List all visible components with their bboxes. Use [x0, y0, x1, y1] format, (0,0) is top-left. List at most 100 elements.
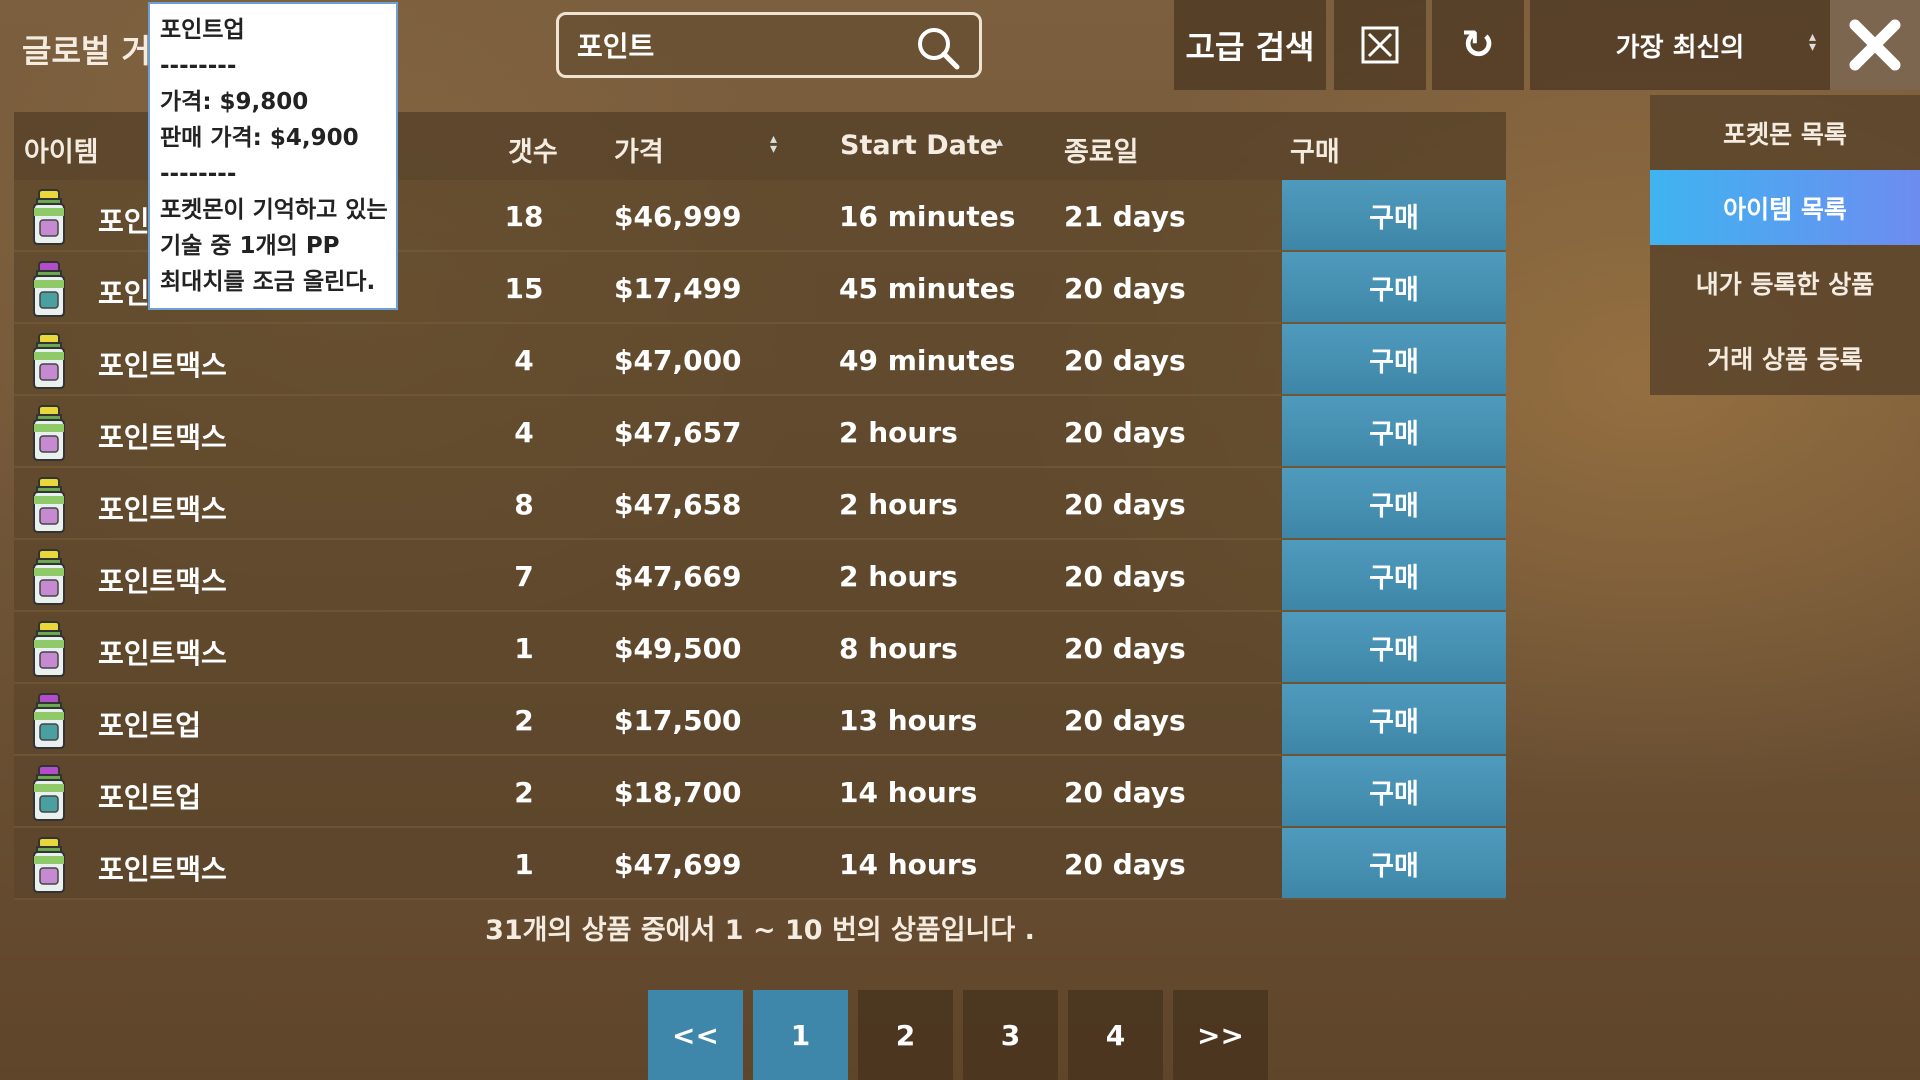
- item-quantity: 15: [504, 272, 544, 305]
- table-row[interactable]: 포인트업 2 $18,700 14 hours 20 days 구매: [14, 756, 1506, 828]
- item-end-date: 20 days: [1064, 488, 1186, 521]
- side-menu-pokemon-list[interactable]: 포켓몬 목록: [1650, 95, 1920, 170]
- table-row[interactable]: 포인트맥스 1 $47,699 14 hours 20 days 구매: [14, 828, 1506, 900]
- start-date-sort-icon[interactable]: ▴: [996, 134, 1003, 150]
- table-row[interactable]: 포인트맥스 8 $47,658 2 hours 20 days 구매: [14, 468, 1506, 540]
- item-start-date: 49 minutes: [839, 344, 1016, 377]
- page-first-button[interactable]: <<: [648, 990, 743, 1080]
- tooltip-description-line: 최대치를 조금 올린다.: [160, 269, 376, 295]
- results-summary: 31개의 상품 중에서 1 ~ 10 번의 상품입니다 .: [485, 915, 1035, 946]
- item-price: $47,699: [614, 848, 742, 881]
- item-name: 포인트맥스: [98, 421, 227, 454]
- table-row[interactable]: 포인트맥스 4 $47,000 49 minutes 20 days 구매: [14, 324, 1506, 396]
- item-start-date: 2 hours: [839, 488, 958, 521]
- side-menu-item-list[interactable]: 아이템 목록: [1650, 170, 1920, 245]
- item-price: $49,500: [614, 632, 742, 665]
- page-2-button[interactable]: 2: [858, 990, 953, 1080]
- buy-button[interactable]: 구매: [1282, 684, 1506, 754]
- table-row[interactable]: 포인트맥스 7 $47,669 2 hours 20 days 구매: [14, 540, 1506, 612]
- clear-search-button[interactable]: [1334, 0, 1426, 90]
- advanced-search-button[interactable]: 고급 검색: [1174, 0, 1326, 90]
- item-end-date: 20 days: [1064, 848, 1186, 881]
- item-price: $47,657: [614, 416, 742, 449]
- pp-up-bottle-icon: [33, 693, 65, 749]
- refresh-button[interactable]: ↻: [1432, 0, 1524, 90]
- item-quantity: 2: [514, 776, 534, 809]
- item-end-date: 20 days: [1064, 416, 1186, 449]
- item-start-date: 14 hours: [839, 776, 978, 809]
- column-header-price[interactable]: 가격: [614, 130, 664, 169]
- item-end-date: 20 days: [1064, 272, 1186, 305]
- item-name: 포인트맥스: [98, 853, 227, 886]
- item-name: 포인트업: [98, 709, 202, 742]
- item-name: 포인트맥스: [98, 349, 227, 382]
- page-1-button[interactable]: 1: [753, 990, 848, 1080]
- table-row[interactable]: 포인트맥스 4 $47,657 2 hours 20 days 구매: [14, 396, 1506, 468]
- item-end-date: 20 days: [1064, 632, 1186, 665]
- side-menu-my-listings[interactable]: 내가 등록한 상품: [1650, 245, 1920, 320]
- item-price: $17,499: [614, 272, 742, 305]
- search-box[interactable]: [556, 12, 982, 78]
- item-price: $18,700: [614, 776, 742, 809]
- buy-button[interactable]: 구매: [1282, 612, 1506, 682]
- table-row[interactable]: 포인트업 2 $17,500 13 hours 20 days 구매: [14, 684, 1506, 756]
- buy-button[interactable]: 구매: [1282, 180, 1506, 250]
- page-3-button[interactable]: 3: [963, 990, 1058, 1080]
- buy-button[interactable]: 구매: [1282, 396, 1506, 466]
- item-price: $46,999: [614, 200, 742, 233]
- column-header-item: 아이템: [24, 137, 99, 168]
- sort-dropdown[interactable]: 가장 최신의 ▴ ▾: [1530, 0, 1830, 90]
- buy-button[interactable]: 구매: [1282, 828, 1506, 898]
- buy-button[interactable]: 구매: [1282, 540, 1506, 610]
- sort-selected-label: 가장 최신의: [1615, 32, 1745, 63]
- page-4-button[interactable]: 4: [1068, 990, 1163, 1080]
- buy-button[interactable]: 구매: [1282, 252, 1506, 322]
- item-name: 포인트맥스: [98, 637, 227, 670]
- column-header-buy: 구매: [1290, 137, 1340, 168]
- refresh-icon: ↻: [1461, 22, 1495, 68]
- close-button[interactable]: [1830, 0, 1920, 90]
- tooltip-divider: --------: [160, 161, 237, 187]
- table-row[interactable]: 포인트맥스 1 $49,500 8 hours 20 days 구매: [14, 612, 1506, 684]
- pp-max-bottle-icon: [33, 477, 65, 533]
- column-header-end-date[interactable]: 종료일: [1064, 130, 1139, 169]
- item-price: $47,669: [614, 560, 742, 593]
- column-header-qty[interactable]: 갯수: [508, 130, 558, 169]
- search-input[interactable]: [577, 28, 907, 62]
- close-icon: [1849, 19, 1901, 71]
- item-end-date: 20 days: [1064, 776, 1186, 809]
- item-name: 포인트맥스: [98, 565, 227, 598]
- buy-button[interactable]: 구매: [1282, 324, 1506, 394]
- item-start-date: 14 hours: [839, 848, 978, 881]
- item-start-date: 2 hours: [839, 560, 958, 593]
- pp-up-bottle-icon: [33, 765, 65, 821]
- price-sort-icon[interactable]: ▴ ▾: [770, 132, 777, 156]
- item-end-date: 20 days: [1064, 560, 1186, 593]
- item-quantity: 4: [514, 416, 534, 449]
- item-start-date: 45 minutes: [839, 272, 1016, 305]
- side-menu: 포켓몬 목록 아이템 목록 내가 등록한 상품 거래 상품 등록: [1650, 95, 1920, 395]
- side-menu-register-listing[interactable]: 거래 상품 등록: [1650, 320, 1920, 395]
- item-tooltip: 포인트업 -------- 가격: $9,800 판매 가격: $4,900 -…: [148, 2, 398, 310]
- item-quantity: 7: [514, 560, 534, 593]
- item-quantity: 18: [504, 200, 544, 233]
- tooltip-price: 가격: $9,800: [160, 89, 309, 115]
- buy-button[interactable]: 구매: [1282, 756, 1506, 826]
- tooltip-item-name: 포인트업: [160, 17, 245, 43]
- sort-arrows-icon: ▴ ▾: [1808, 29, 1816, 55]
- column-header-start-date[interactable]: Start Date: [840, 130, 998, 161]
- buy-button[interactable]: 구매: [1282, 468, 1506, 538]
- tooltip-divider: --------: [160, 53, 237, 79]
- pp-max-bottle-icon: [33, 405, 65, 461]
- pp-max-bottle-icon: [33, 333, 65, 389]
- page-last-button[interactable]: >>: [1173, 990, 1268, 1080]
- item-quantity: 1: [514, 632, 534, 665]
- item-name: 포인트업: [98, 781, 202, 814]
- tooltip-description-line: 포켓몬이 기억하고 있는: [160, 197, 388, 223]
- pp-max-bottle-icon: [33, 621, 65, 677]
- search-icon[interactable]: [915, 25, 961, 71]
- item-price: $17,500: [614, 704, 742, 737]
- pp-up-bottle-icon: [33, 261, 65, 317]
- item-end-date: 20 days: [1064, 704, 1186, 737]
- item-end-date: 20 days: [1064, 344, 1186, 377]
